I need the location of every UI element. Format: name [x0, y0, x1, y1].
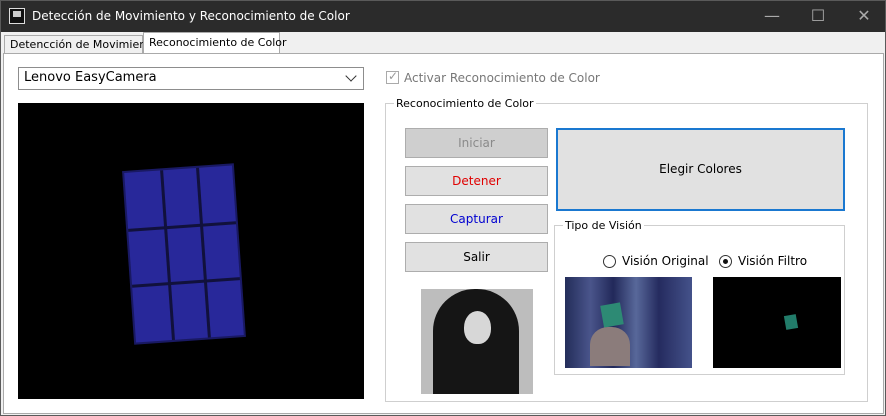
hand-image — [590, 327, 630, 366]
camera-selected-value: Lenovo EasyCamera — [24, 70, 157, 85]
hooded-user-image — [421, 289, 533, 394]
original-vision-preview — [565, 277, 692, 368]
tab-color-recognition[interactable]: Reconocimiento de Color — [143, 32, 287, 54]
filter-radio-icon[interactable] — [719, 255, 732, 268]
filtered-green-card — [783, 314, 799, 330]
tab-movement-detection[interactable]: Detencción de Movimiento — [4, 35, 157, 54]
camera-select[interactable]: Lenovo EasyCamera — [18, 67, 364, 90]
vision-type-label: Tipo de Visión — [563, 219, 644, 232]
stop-button[interactable]: Detener — [405, 166, 548, 196]
vision-filter-label: Visión Filtro — [738, 254, 808, 268]
color-recognition-panel: Lenovo EasyCamera Activar Reconocimiento… — [3, 53, 884, 414]
vision-type-group: Tipo de Visión Visión Original Visión Fi… — [554, 219, 845, 375]
green-card-image — [600, 302, 624, 328]
app-window: Detección de Movimiento y Reconocimiento… — [0, 0, 886, 416]
color-group-label: Reconocimiento de Color — [394, 97, 536, 110]
activate-checkbox[interactable] — [386, 69, 399, 84]
app-icon — [9, 8, 25, 24]
camera-filter-feed — [18, 103, 364, 399]
exit-button[interactable]: Salir — [405, 242, 548, 272]
close-button[interactable]: ✕ — [841, 1, 886, 31]
color-recognition-group: Reconocimiento de Color Iniciar Detener … — [385, 97, 868, 402]
original-radio-icon[interactable] — [603, 255, 616, 268]
window-title: Detección de Movimiento y Reconocimiento… — [32, 9, 350, 23]
face-shape — [464, 311, 491, 344]
minimize-button[interactable]: — — [749, 1, 795, 31]
filter-vision-preview — [713, 277, 841, 368]
chevron-down-icon — [345, 70, 357, 82]
title-bar: Detección de Movimiento y Reconocimiento… — [1, 1, 885, 32]
choose-colors-button[interactable]: Elegir Colores — [556, 128, 845, 211]
tab-strip: Detencción de Movimiento Reconocimiento … — [3, 32, 885, 54]
maximize-button[interactable]: ☐ — [795, 1, 841, 31]
capture-button[interactable]: Capturar — [405, 204, 548, 234]
start-button[interactable]: Iniciar — [405, 128, 548, 158]
vision-original-label: Visión Original — [622, 254, 709, 268]
rubik-cube-image — [124, 165, 244, 343]
activate-label: Activar Reconocimiento de Color — [404, 71, 600, 85]
